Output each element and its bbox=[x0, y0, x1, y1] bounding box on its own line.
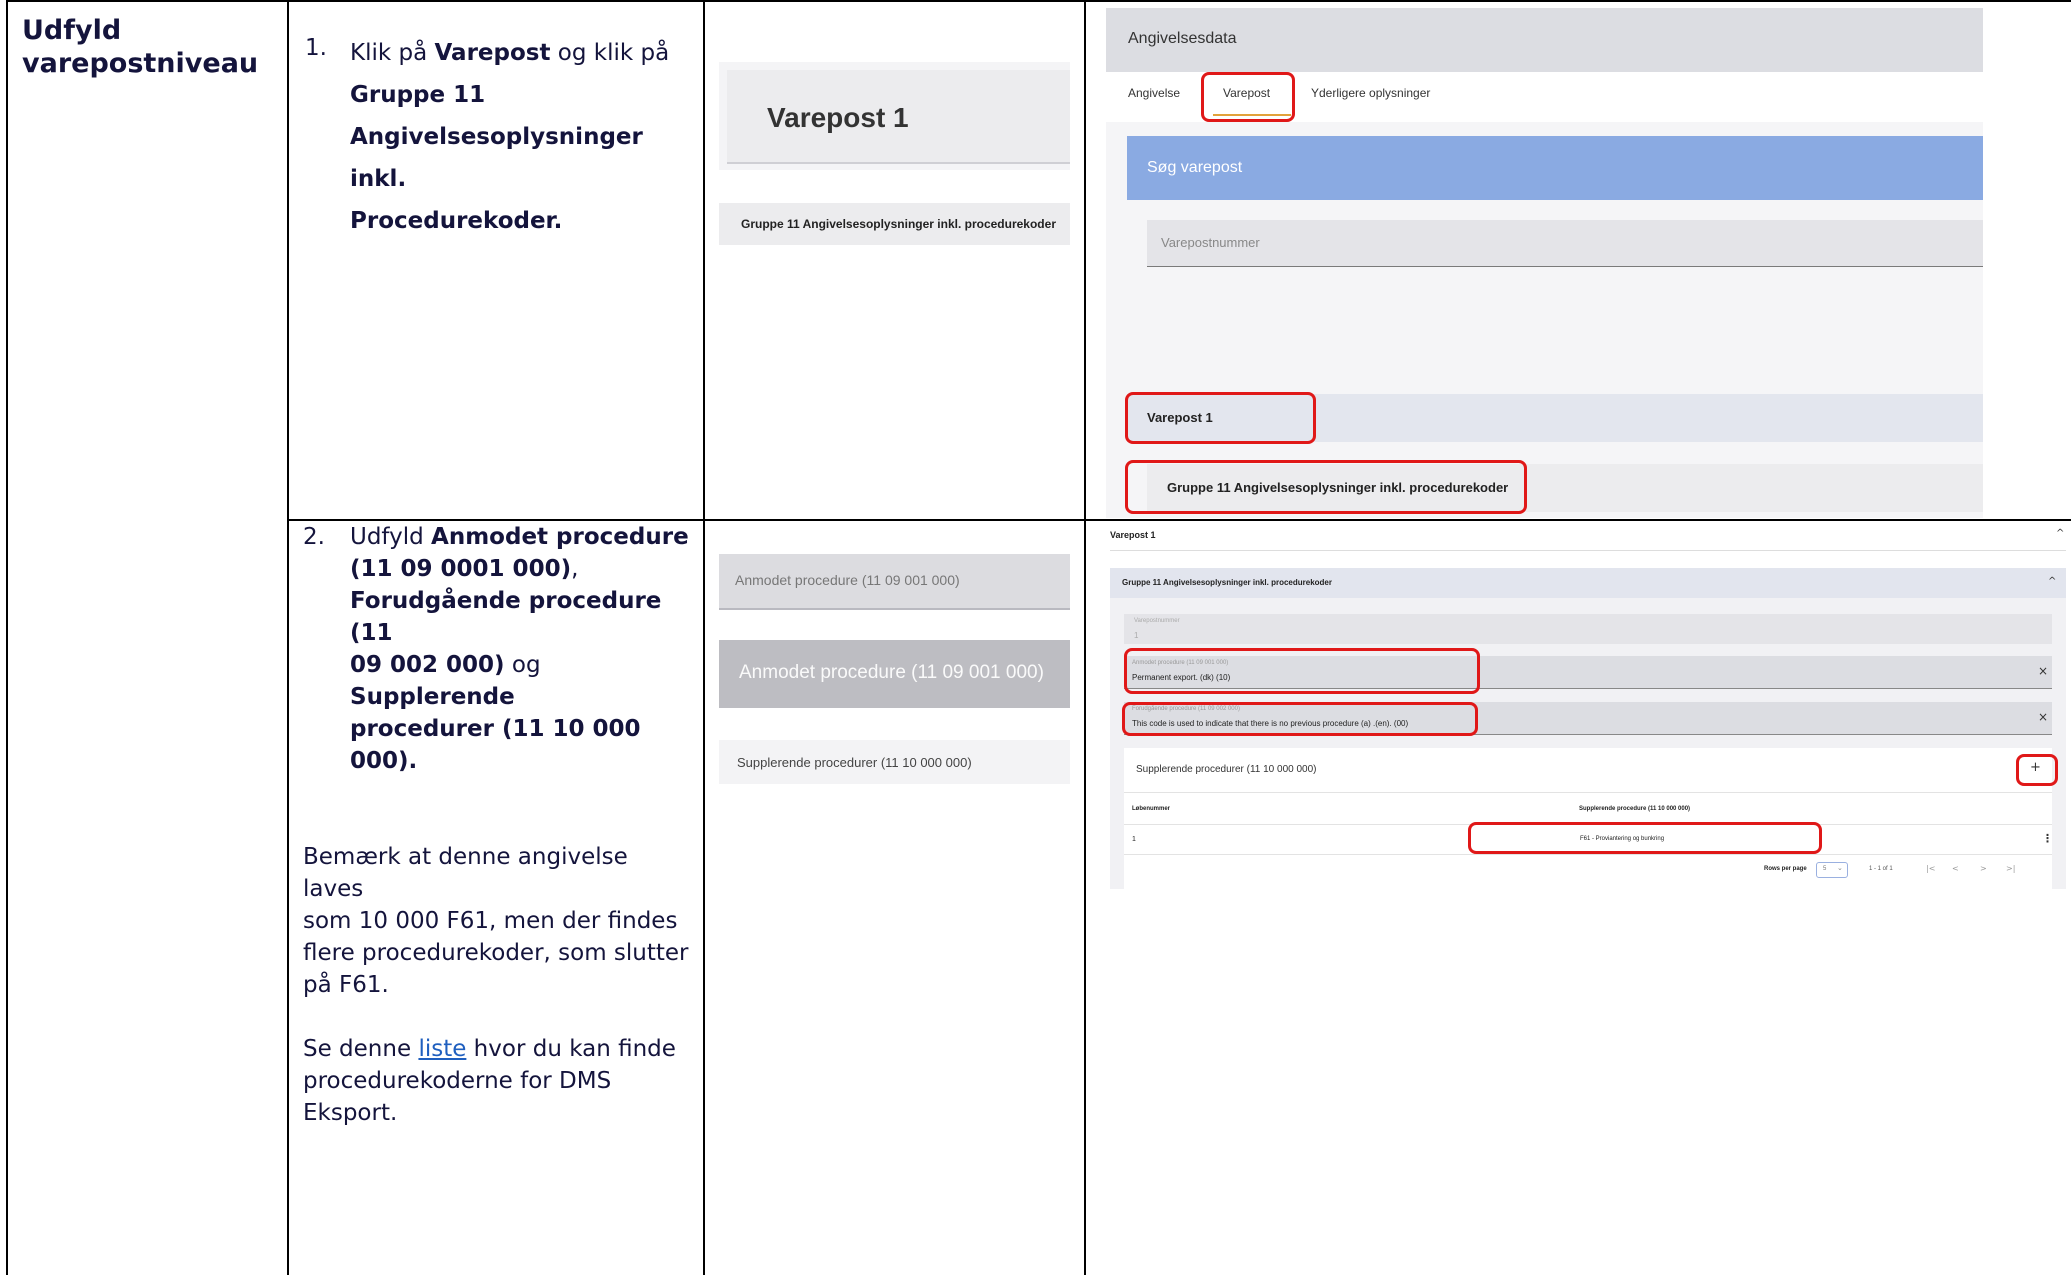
proc-gruppe-header[interactable]: Gruppe 11 Angivelsesoplysninger inkl. pr… bbox=[1110, 568, 2066, 598]
tab-yderligere[interactable]: Yderligere oplysninger bbox=[1311, 86, 1430, 100]
mid-anmodet-field-large[interactable]: Anmodet procedure (11 09 001 000) bbox=[719, 640, 1070, 708]
step1-pre: Klik på bbox=[350, 40, 435, 66]
step2-note2: Se denne liste hvor du kan finde procedu… bbox=[303, 1033, 693, 1129]
step1-instructions: 1. Klik på Varepost og klik på Gruppe 11… bbox=[305, 32, 685, 242]
highlight-anmodet-field bbox=[1124, 648, 1480, 694]
step2-l4-bold: 09 002 000) bbox=[350, 652, 505, 678]
proc-varepostnummer-label: Varepostnummer bbox=[1134, 618, 1180, 624]
row-menu-icon[interactable]: ⋮ bbox=[2042, 832, 2053, 845]
note1-line4: på F61. bbox=[303, 972, 389, 998]
collapse-gruppe-icon[interactable]: ^ bbox=[2048, 576, 2056, 587]
col-header-lobenummer: Løbenummer bbox=[1132, 806, 1171, 812]
tab-angivelse[interactable]: Angivelse bbox=[1128, 86, 1180, 100]
section-heading: Udfyld varepostniveau bbox=[22, 15, 259, 79]
highlight-varepost-tab bbox=[1201, 72, 1295, 122]
note2-line3: Eksport. bbox=[303, 1100, 398, 1126]
mid-gruppe-label: Gruppe 11 Angivelsesoplysninger inkl. pr… bbox=[741, 217, 1056, 231]
table-border-left bbox=[6, 0, 8, 1275]
step1-bold-line3: Procedurekoder. bbox=[350, 208, 563, 234]
rows-per-page-value: 5 bbox=[1823, 866, 1827, 872]
table-border-col1 bbox=[287, 0, 289, 1275]
table-border-col2 bbox=[703, 0, 705, 1275]
proc-supp-divider3 bbox=[1124, 854, 2052, 855]
search-panel-title: Søg varepost bbox=[1147, 159, 1243, 176]
table-border-top bbox=[6, 0, 2071, 2]
proc-varepostnummer-value: 1 bbox=[1134, 631, 1139, 640]
clear-anmodet-icon[interactable]: × bbox=[2038, 664, 2048, 678]
first-page-icon[interactable]: |< bbox=[1926, 864, 1935, 873]
step1-bold-line1: Gruppe 11 bbox=[350, 82, 486, 108]
mid-supplerende-label: Supplerende procedurer (11 10 000 000) bbox=[737, 755, 972, 770]
step2-l4-bold2: Supplerende bbox=[350, 684, 515, 710]
step2-l1-pre: Udfyld bbox=[350, 524, 432, 550]
varepostnummer-input[interactable]: Varepostnummer bbox=[1147, 220, 1983, 267]
next-page-icon[interactable]: > bbox=[1980, 864, 1987, 873]
pagination-range: 1 - 1 of 1 bbox=[1869, 866, 1893, 872]
mid-anmodet-field-small[interactable]: Anmodet procedure (11 09 001 000) bbox=[719, 554, 1070, 610]
highlight-gruppe-row bbox=[1125, 460, 1527, 514]
screenshot-procedures: Varepost 1 ^ Gruppe 11 Angivelsesoplysni… bbox=[1098, 522, 2071, 889]
liste-link[interactable]: liste bbox=[418, 1036, 466, 1062]
step2-l2-post: , bbox=[571, 556, 579, 582]
last-page-icon[interactable]: >| bbox=[2006, 864, 2015, 873]
step2-instructions: 2. Udfyld Anmodet procedure (11 09 0001 … bbox=[303, 521, 693, 1129]
varepostnummer-placeholder: Varepostnummer bbox=[1161, 235, 1260, 250]
note1-line3: flere procedurekoder, som slutter bbox=[303, 940, 689, 966]
clear-forud-icon[interactable]: × bbox=[2038, 710, 2048, 724]
search-panel-header: Søg varepost bbox=[1127, 136, 1983, 200]
note1-line1: Bemærk at denne angivelse laves bbox=[303, 844, 628, 902]
mid-varepost-title: Varepost 1 bbox=[767, 102, 909, 133]
proc-gruppe-label: Gruppe 11 Angivelsesoplysninger inkl. pr… bbox=[1122, 578, 1332, 587]
note1-line2: som 10 000 F61, men der findes bbox=[303, 908, 678, 934]
rows-per-page-select[interactable]: 5 ⌄ bbox=[1816, 862, 1848, 878]
note2-post: hvor du kan finde bbox=[466, 1036, 676, 1062]
angivelsesdata-header: Angivelsesdata bbox=[1106, 8, 1983, 72]
collapse-varepost-icon[interactable]: ^ bbox=[2056, 528, 2064, 539]
step1-mid: og klik på bbox=[550, 40, 670, 66]
table-row-num: 1 bbox=[1132, 836, 1136, 843]
proc-supp-divider1 bbox=[1124, 792, 2052, 793]
proc-supplerende-title: Supplerende procedurer (11 10 000 000) bbox=[1136, 764, 1317, 775]
col-header-supplerende: Supplerende procedure (11 10 000 000) bbox=[1579, 806, 1691, 812]
note2-pre: Se denne bbox=[303, 1036, 419, 1062]
step1-bold-line2: Angivelsesoplysninger inkl. bbox=[350, 124, 643, 192]
proc-divider bbox=[1110, 550, 2066, 551]
step2-number: 2. bbox=[303, 524, 325, 550]
prev-page-icon[interactable]: < bbox=[1952, 864, 1959, 873]
table-border-col3 bbox=[1084, 0, 1086, 1275]
rows-per-page-label: Rows per page bbox=[1764, 866, 1807, 872]
step2-l3-bold: Forudgående procedure (11 bbox=[350, 588, 662, 646]
proc-varepostnummer-field: Varepostnummer 1 bbox=[1124, 614, 2052, 644]
mid-anmodet-label-large: Anmodet procedure (11 09 001 000) bbox=[739, 662, 1044, 683]
step1-bold-varepost: Varepost bbox=[434, 40, 551, 66]
step1-number: 1. bbox=[305, 35, 327, 61]
screenshot-angivelsesdata: Angivelsesdata Angivelse Varepost Yderli… bbox=[1106, 8, 1983, 518]
rows-dropdown-icon: ⌄ bbox=[1837, 864, 1843, 872]
note2-line2: procedurekoderne for DMS bbox=[303, 1068, 612, 1094]
proc-varepost-header: Varepost 1 bbox=[1110, 530, 1156, 540]
step2-note1: Bemærk at denne angivelse laves som 10 0… bbox=[303, 841, 693, 1001]
mid-anmodet-label-small: Anmodet procedure (11 09 001 000) bbox=[735, 572, 960, 588]
step2-l5-bold: procedurer (11 10 000 000). bbox=[350, 716, 641, 774]
step2-l2-bold: (11 09 0001 000) bbox=[350, 556, 572, 582]
mid-supplerende-field[interactable]: Supplerende procedurer (11 10 000 000) bbox=[719, 740, 1070, 784]
step2-l4-mid: og bbox=[504, 652, 541, 678]
highlight-add-button bbox=[2016, 754, 2058, 786]
angivelsesdata-title: Angivelsesdata bbox=[1128, 30, 1237, 47]
highlight-varepost-row bbox=[1125, 392, 1316, 444]
mid-gruppe-bar[interactable]: Gruppe 11 Angivelsesoplysninger inkl. pr… bbox=[719, 203, 1070, 245]
mid-varepost-header: Varepost 1 bbox=[719, 62, 1070, 170]
step2-l1-bold: Anmodet procedure bbox=[431, 524, 689, 550]
highlight-forud-field bbox=[1122, 702, 1478, 736]
highlight-row-value bbox=[1468, 822, 1822, 854]
proc-supplerende-panel: Supplerende procedurer (11 10 000 000) +… bbox=[1124, 748, 2053, 889]
